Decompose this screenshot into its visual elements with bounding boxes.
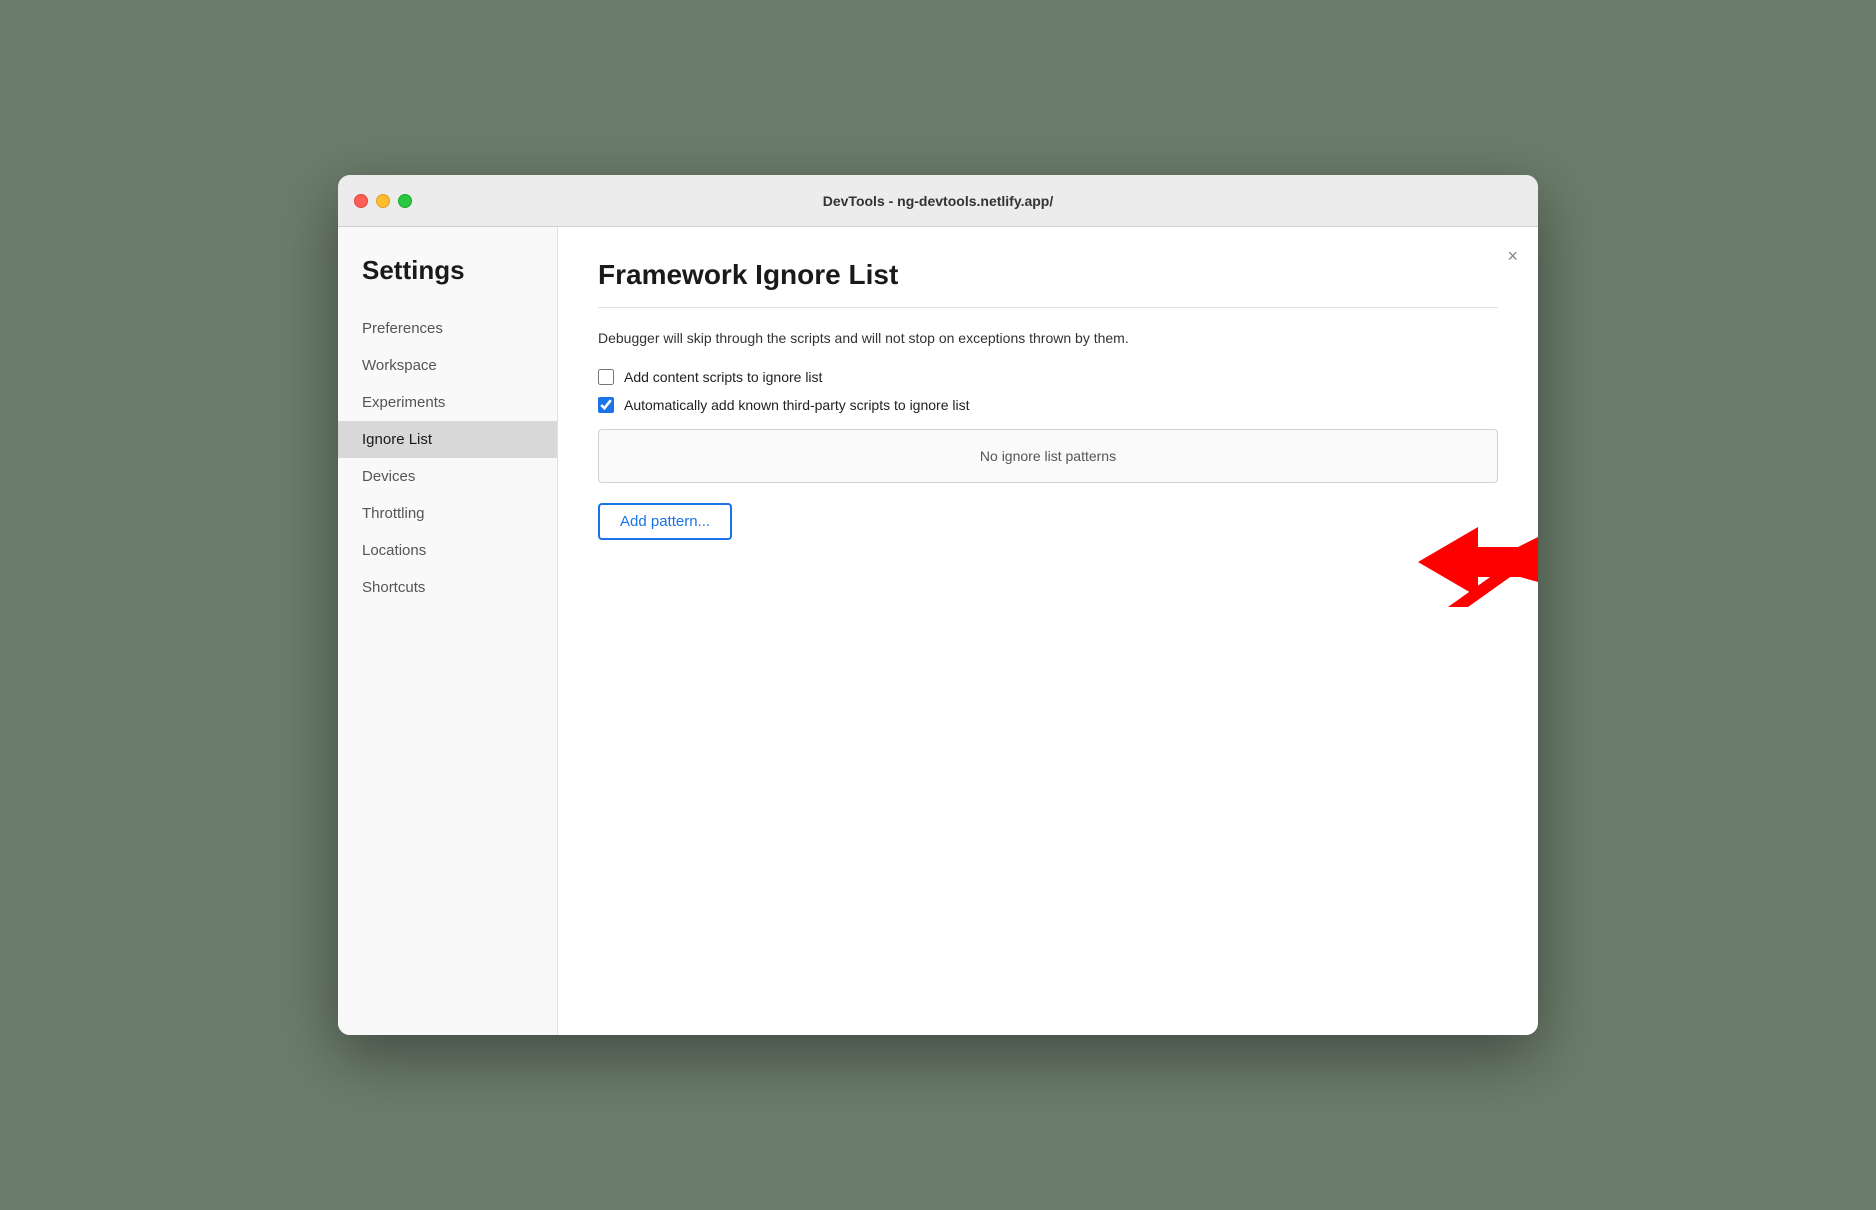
sidebar-item-workspace[interactable]: Workspace [338,347,557,384]
description-text: Debugger will skip through the scripts a… [598,328,1498,349]
close-traffic-light[interactable] [354,194,368,208]
auto-add-third-party-checkbox[interactable] [598,397,614,413]
sidebar-item-throttling[interactable]: Throttling [338,495,557,532]
patterns-empty-box: No ignore list patterns [598,429,1498,483]
arrow-annotation [1418,517,1538,617]
maximize-traffic-light[interactable] [398,194,412,208]
sidebar-item-locations[interactable]: Locations [338,532,557,569]
checkbox-row-content-scripts: Add content scripts to ignore list [598,369,1498,385]
add-content-scripts-label: Add content scripts to ignore list [624,369,822,385]
close-button[interactable]: × [1507,247,1518,265]
page-title: Framework Ignore List [598,259,1498,291]
sidebar-item-ignore-list[interactable]: Ignore List [338,421,557,458]
add-pattern-button[interactable]: Add pattern... [598,503,732,540]
sidebar-title: Settings [338,255,557,310]
window-title: DevTools - ng-devtools.netlify.app/ [823,193,1054,209]
sidebar-item-experiments[interactable]: Experiments [338,384,557,421]
sidebar-item-preferences[interactable]: Preferences [338,310,557,347]
sidebar-item-shortcuts[interactable]: Shortcuts [338,569,557,606]
add-content-scripts-checkbox[interactable] [598,369,614,385]
checkbox-row-third-party: Automatically add known third-party scri… [598,397,1498,413]
title-bar: DevTools - ng-devtools.netlify.app/ [338,175,1538,227]
patterns-empty-label: No ignore list patterns [980,448,1116,464]
checkbox-section: Add content scripts to ignore list Autom… [598,369,1498,413]
traffic-lights [354,194,412,208]
main-content: × Framework Ignore List Debugger will sk… [558,227,1538,1035]
sidebar-item-devices[interactable]: Devices [338,458,557,495]
auto-add-third-party-label: Automatically add known third-party scri… [624,397,969,413]
divider [598,307,1498,308]
minimize-traffic-light[interactable] [376,194,390,208]
window-body: Settings Preferences Workspace Experimen… [338,227,1538,1035]
sidebar: Settings Preferences Workspace Experimen… [338,227,558,1035]
app-window: DevTools - ng-devtools.netlify.app/ Sett… [338,175,1538,1035]
